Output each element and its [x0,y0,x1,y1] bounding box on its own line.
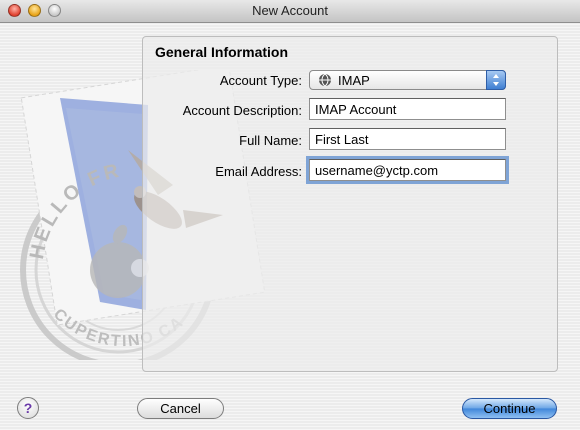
cancel-button[interactable]: Cancel [137,398,224,419]
continue-button[interactable]: Continue [462,398,557,419]
account-type-popup[interactable]: IMAP [309,70,506,90]
new-account-window: New Account HELLO FR CUPERTIN General In… [0,0,580,430]
email-address-label: Email Address: [215,164,302,179]
email-address-field[interactable] [309,159,506,181]
minimize-window-button[interactable] [28,4,41,17]
account-description-label: Account Description: [182,103,302,118]
close-window-button[interactable] [8,4,21,17]
account-type-label: Account Type: [219,73,302,88]
section-title: General Information [155,44,289,60]
globe-icon [319,73,331,87]
window-title: New Account [252,3,328,18]
help-button[interactable]: ? [17,397,39,419]
full-name-field[interactable] [309,128,506,150]
account-type-value: IMAP [338,73,370,88]
title-bar: New Account [0,0,580,23]
zoom-window-button[interactable] [48,4,61,17]
popup-arrows-icon [486,70,506,90]
account-description-field[interactable] [309,98,506,120]
full-name-label: Full Name: [239,133,302,148]
